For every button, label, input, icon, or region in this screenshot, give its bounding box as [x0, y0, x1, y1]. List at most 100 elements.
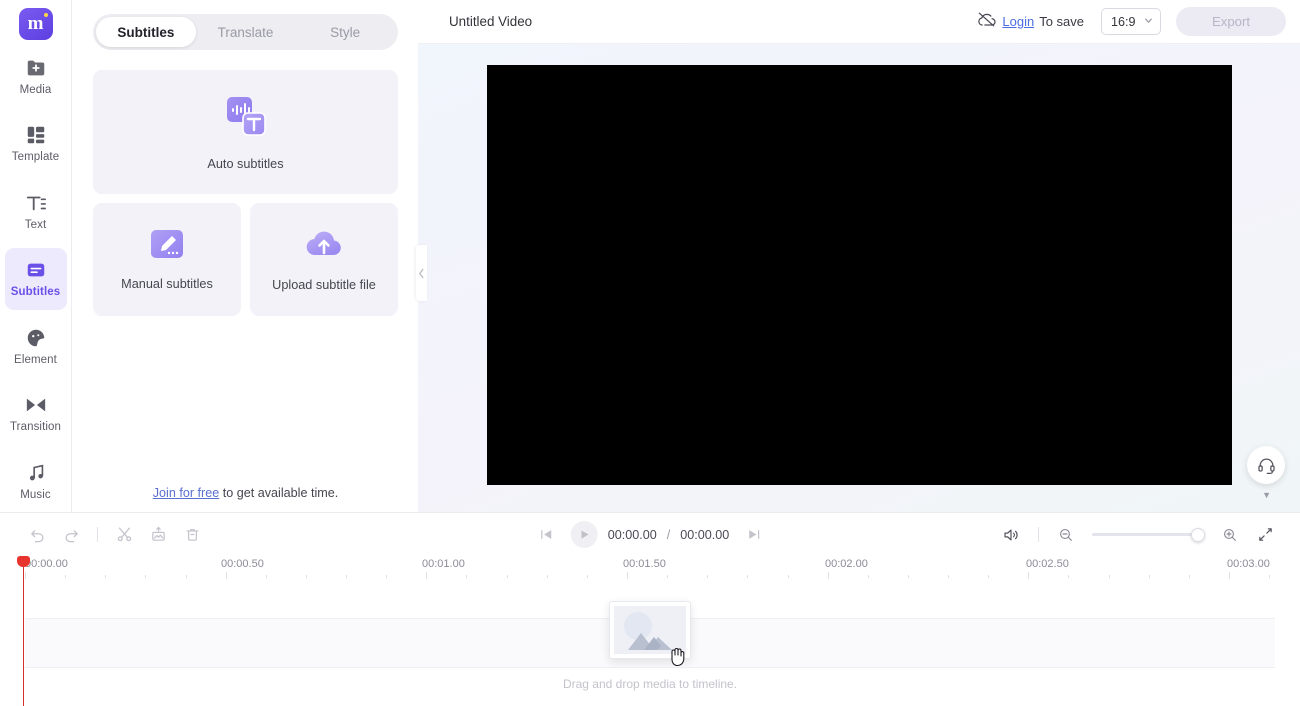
play-icon	[581, 530, 589, 539]
upload-subtitle-card[interactable]: Upload subtitle file	[250, 203, 398, 316]
sidebar-item-transition[interactable]: Transition	[5, 383, 67, 444]
app-logo[interactable]: m	[18, 8, 53, 40]
support-chevron-down-icon[interactable]: ▼	[1262, 491, 1271, 500]
toolbar-divider	[1038, 527, 1039, 542]
ruler-tick	[507, 575, 508, 578]
undo-button[interactable]	[22, 520, 52, 550]
subtitle-options: Auto subtitles Manual subtitles Upload s…	[93, 70, 398, 316]
to-save-text: To save	[1039, 14, 1084, 29]
ruler-tick	[1189, 575, 1190, 578]
music-note-icon	[25, 462, 47, 484]
zoom-in-icon	[1224, 528, 1236, 541]
card-label: Upload subtitle file	[272, 277, 376, 292]
aspect-ratio-select[interactable]: 16:9	[1101, 8, 1161, 35]
undo-icon	[30, 530, 43, 543]
media-folder-plus-icon	[25, 57, 47, 79]
ruler-tick	[145, 575, 146, 578]
fit-to-screen-icon	[1258, 528, 1272, 541]
ruler-tick	[1109, 575, 1110, 578]
support-button[interactable]	[1247, 446, 1285, 484]
delete-button[interactable]	[177, 520, 207, 550]
sidebar-item-label: Media	[19, 83, 52, 96]
toolbar-left-group	[22, 520, 207, 550]
ruler-tick	[868, 575, 869, 578]
sidebar-item-label: Template	[11, 151, 60, 164]
skip-to-end-button[interactable]	[739, 520, 769, 550]
sidebar-item-subtitles[interactable]: Subtitles	[4, 248, 67, 310]
ruler-tick	[788, 575, 789, 578]
sidebar-item-label: Transition	[9, 421, 62, 434]
tab-label: Style	[330, 24, 361, 40]
ruler-tick	[1269, 575, 1270, 578]
zoom-slider-knob[interactable]	[1191, 527, 1205, 542]
sidebar-item-element[interactable]: Element	[5, 316, 67, 377]
sidebar-item-label: Element	[14, 353, 57, 366]
sidebar-item-media[interactable]: Media	[5, 46, 67, 107]
zoom-in-button[interactable]	[1215, 520, 1245, 550]
ruler-label: 00:02.50	[1026, 558, 1069, 570]
zoom-slider[interactable]	[1092, 527, 1205, 542]
ruler-tick	[105, 575, 106, 578]
ruler-tick	[346, 575, 347, 578]
ruler-tick	[226, 572, 227, 579]
ruler-tick	[266, 575, 267, 578]
tab-style[interactable]: Style	[295, 17, 395, 47]
tab-translate[interactable]: Translate	[196, 17, 296, 47]
current-time: 00:00.00	[607, 527, 657, 542]
sidebar-item-label: Music	[20, 488, 51, 501]
login-link[interactable]: Login	[1002, 14, 1034, 29]
subtitle-card-row: Manual subtitles Upload subtitle file	[93, 203, 398, 316]
split-scissors-icon	[117, 527, 131, 542]
subtitles-panel: Subtitles Translate Style Auto subtitles…	[73, 0, 418, 512]
chevron-down-icon	[1143, 13, 1154, 31]
upload-cloud-icon	[304, 228, 344, 265]
manual-subtitles-pen-icon	[150, 229, 184, 264]
video-title[interactable]: Untitled Video	[449, 14, 532, 29]
ruler-tick	[707, 575, 708, 578]
toolbar-right-group	[996, 520, 1300, 550]
export-button[interactable]: Export	[1176, 7, 1286, 36]
left-sidebar: m Media Template Text Subtitles Element …	[0, 0, 72, 512]
crop-button[interactable]	[143, 520, 173, 550]
skip-to-start-button[interactable]	[531, 520, 561, 550]
top-header: Untitled Video Login To save 16:9 Export	[418, 0, 1300, 44]
timeline-ruler[interactable]: 00:00.00 00:00.50 00:01.00 00:01.50 00:0…	[0, 556, 1300, 582]
sidebar-item-text[interactable]: Text	[5, 181, 67, 242]
video-editor-app: m Media Template Text Subtitles Element …	[0, 0, 1300, 706]
auto-subtitles-card[interactable]: Auto subtitles	[93, 70, 398, 194]
skip-to-start-icon	[540, 530, 551, 539]
ruler-tick	[587, 575, 588, 578]
ruler-tick	[386, 575, 387, 578]
redo-button[interactable]	[56, 520, 86, 550]
tab-label: Subtitles	[117, 24, 175, 40]
panel-footer-text: to get available time.	[219, 486, 339, 500]
split-button[interactable]	[109, 520, 139, 550]
subtitles-icon	[25, 259, 47, 281]
video-canvas[interactable]	[487, 65, 1232, 485]
tab-label: Translate	[217, 24, 274, 40]
ruler-tick	[1028, 572, 1029, 579]
panel-collapse-handle[interactable]	[416, 245, 427, 301]
ruler-tick	[988, 575, 989, 578]
ruler-tick	[1229, 572, 1230, 579]
fit-to-screen-button[interactable]	[1250, 520, 1280, 550]
tab-subtitles[interactable]: Subtitles	[96, 17, 196, 47]
zoom-out-button[interactable]	[1051, 520, 1081, 550]
delete-trash-icon	[186, 529, 198, 541]
playhead[interactable]	[17, 556, 30, 706]
aspect-ratio-value: 16:9	[1111, 14, 1136, 29]
play-button[interactable]	[570, 521, 598, 548]
volume-button[interactable]	[996, 520, 1026, 550]
manual-subtitles-card[interactable]: Manual subtitles	[93, 203, 241, 316]
text-t-icon	[25, 192, 47, 214]
sidebar-item-template[interactable]: Template	[5, 113, 67, 174]
ruler-tick	[828, 572, 829, 579]
sidebar-item-label: Subtitles	[10, 286, 61, 299]
sidebar-item-music[interactable]: Music	[5, 450, 67, 511]
ruler-tick	[426, 572, 427, 579]
toolbar-divider	[97, 527, 98, 542]
ruler-label: 00:01.00	[422, 558, 465, 570]
ruler-tick	[627, 572, 628, 579]
join-for-free-link[interactable]: Join for free	[153, 486, 220, 500]
sidebar-item-label: Text	[24, 218, 47, 231]
